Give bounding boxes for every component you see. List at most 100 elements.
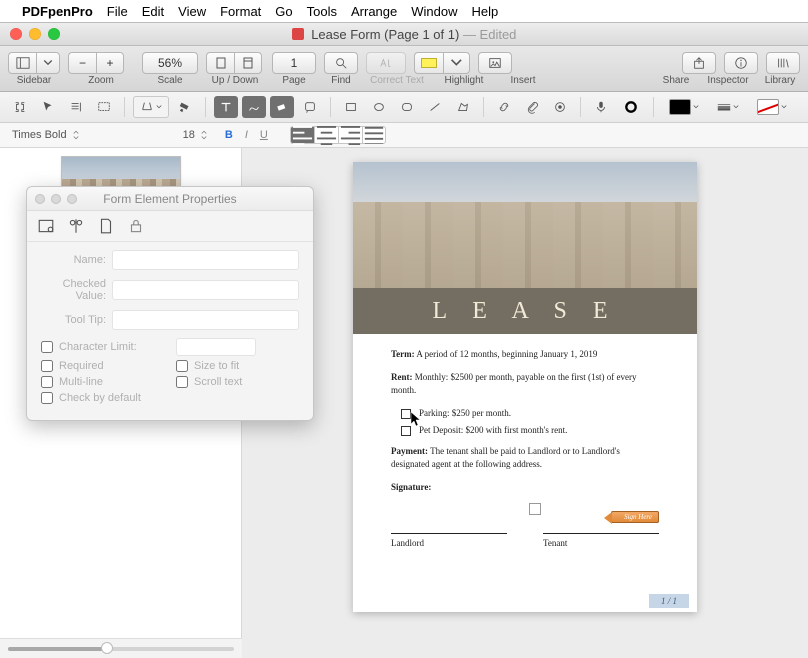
edit-tool[interactable] [8, 96, 32, 118]
multiline-check[interactable]: Multi-line [41, 376, 164, 388]
landlord-signature-line[interactable] [391, 518, 507, 534]
italic-toggle[interactable]: I [245, 129, 248, 141]
inspector-button[interactable] [724, 52, 758, 74]
align-center[interactable] [314, 126, 338, 144]
name-field[interactable] [112, 250, 299, 270]
menu-window[interactable]: Window [411, 4, 457, 19]
window-title: Lease Form (Page 1 of 1) [311, 27, 459, 42]
label-updown: Up / Down [206, 75, 264, 86]
font-picker[interactable]: Times Bold [8, 127, 83, 143]
stamp-tool[interactable] [548, 96, 572, 118]
link-tool[interactable] [492, 96, 516, 118]
find-button[interactable] [324, 52, 358, 74]
menu-go[interactable]: Go [275, 4, 292, 19]
checked-value-label: Checked Value: [41, 278, 106, 302]
library-button[interactable] [766, 52, 800, 74]
parking-checkbox[interactable] [401, 409, 411, 419]
tenant-label: Tenant [543, 537, 659, 550]
stroke-weight[interactable] [710, 96, 746, 118]
tooltip-field[interactable] [112, 310, 299, 330]
menu-file[interactable]: File [107, 4, 128, 19]
app-menu[interactable]: PDFpenPro [22, 4, 93, 19]
select-tool[interactable] [36, 96, 60, 118]
signature-field-marker[interactable] [529, 503, 541, 515]
label-sidebar: Sidebar [8, 75, 60, 86]
mic-icon[interactable] [589, 96, 613, 118]
checkdefault-check[interactable]: Check by default [41, 392, 299, 404]
sizetofit-check[interactable]: Size to fit [176, 360, 299, 372]
rect-shape[interactable] [339, 96, 363, 118]
highlight-button[interactable] [414, 52, 443, 74]
align-justify[interactable] [362, 126, 386, 144]
font-size[interactable]: 18 [179, 127, 211, 143]
panel-tab-lock[interactable] [127, 217, 145, 235]
underline-toggle[interactable]: U [260, 129, 268, 141]
panel-tab-doc[interactable] [97, 217, 115, 235]
zoom-value[interactable]: 56% [142, 52, 198, 74]
checked-value-field[interactable] [112, 280, 299, 300]
panel-zoom[interactable] [67, 194, 77, 204]
fit-page-button[interactable] [206, 52, 234, 74]
ellipse-shape[interactable] [367, 96, 391, 118]
freeform-tool[interactable] [242, 96, 266, 118]
sign-here-tag[interactable]: Sign Here [611, 510, 659, 523]
tools-toolbar [0, 92, 808, 123]
insert-image-button[interactable] [478, 52, 512, 74]
thumbnail-zoom[interactable] [0, 638, 242, 658]
stroke-color[interactable] [750, 96, 794, 118]
select-rect-tool[interactable] [92, 96, 116, 118]
petdeposit-checkbox[interactable] [401, 426, 411, 436]
label-scale: Scale [142, 75, 198, 86]
panel-minimize[interactable] [51, 194, 61, 204]
font-size-value: 18 [183, 129, 195, 141]
line-shape[interactable] [423, 96, 447, 118]
fit-width-button[interactable] [234, 52, 262, 74]
panel-tab-alignment[interactable] [67, 217, 85, 235]
character-limit[interactable]: Character Limit: [41, 338, 164, 356]
page-field[interactable]: 1 [272, 52, 316, 74]
note-tool[interactable] [298, 96, 322, 118]
correct-text-button[interactable] [366, 52, 406, 74]
align-right[interactable] [338, 126, 362, 144]
eraser-tool[interactable] [270, 96, 294, 118]
document-canvas[interactable]: L E A S E Term: A period of 12 months, b… [242, 148, 808, 658]
doc-heading: L E A S E [432, 298, 617, 325]
align-left[interactable] [290, 126, 314, 144]
menu-help[interactable]: Help [471, 4, 498, 19]
form-element-properties-panel: Form Element Properties Name: Checked Va… [26, 186, 314, 421]
share-button[interactable] [682, 52, 716, 74]
zoom-in-button[interactable]: + [96, 52, 124, 74]
menubar: PDFpenPro File Edit View Format Go Tools… [0, 0, 808, 22]
menu-arrange[interactable]: Arrange [351, 4, 397, 19]
attach-tool[interactable] [520, 96, 544, 118]
payment-label: Payment: [391, 446, 428, 456]
zoom-out-button[interactable]: − [68, 52, 96, 74]
panel-close[interactable] [35, 194, 45, 204]
sidebar-dropdown[interactable] [36, 52, 60, 74]
markup-tool[interactable] [133, 96, 169, 118]
menu-tools[interactable]: Tools [307, 4, 337, 19]
highlight-tool[interactable] [173, 96, 197, 118]
thumbnail-zoom-slider[interactable] [8, 647, 234, 651]
parking-text: Parking: $250 per month. [419, 407, 511, 420]
character-limit-field[interactable] [176, 338, 256, 356]
text-tool[interactable] [214, 96, 238, 118]
fill-color[interactable] [662, 96, 706, 118]
highlight-dropdown[interactable] [443, 52, 470, 74]
document-proxy-icon[interactable] [292, 28, 304, 40]
select-text-tool[interactable] [64, 96, 88, 118]
menu-edit[interactable]: Edit [142, 4, 164, 19]
bold-circle-tool[interactable] [617, 96, 645, 118]
menu-format[interactable]: Format [220, 4, 261, 19]
panel-tab-element[interactable] [37, 217, 55, 235]
sidebar-toggle[interactable] [8, 52, 36, 74]
required-check[interactable]: Required [41, 360, 164, 372]
tenant-signature-line[interactable]: Sign Here [543, 518, 659, 534]
menu-view[interactable]: View [178, 4, 206, 19]
bold-toggle[interactable]: B [225, 129, 233, 141]
roundrect-shape[interactable] [395, 96, 419, 118]
polygon-shape[interactable] [451, 96, 475, 118]
scrolltext-check[interactable]: Scroll text [176, 376, 299, 388]
term-text: A period of 12 months, beginning January… [415, 349, 598, 359]
label-find: Find [324, 75, 358, 86]
